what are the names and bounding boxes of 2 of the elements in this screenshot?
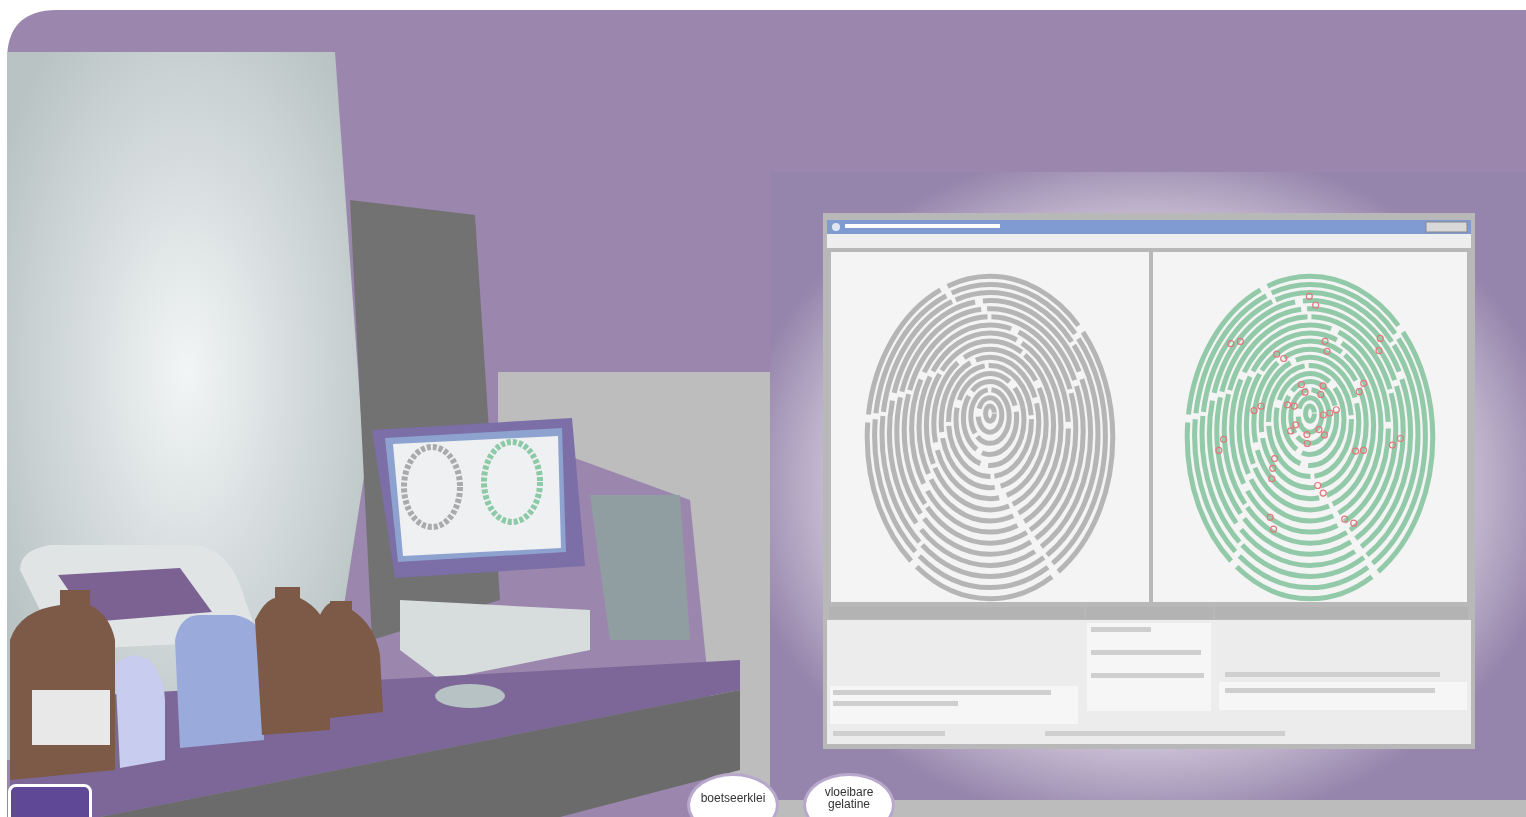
- app-icon: [832, 223, 840, 231]
- menu-tab[interactable]: [8, 784, 92, 817]
